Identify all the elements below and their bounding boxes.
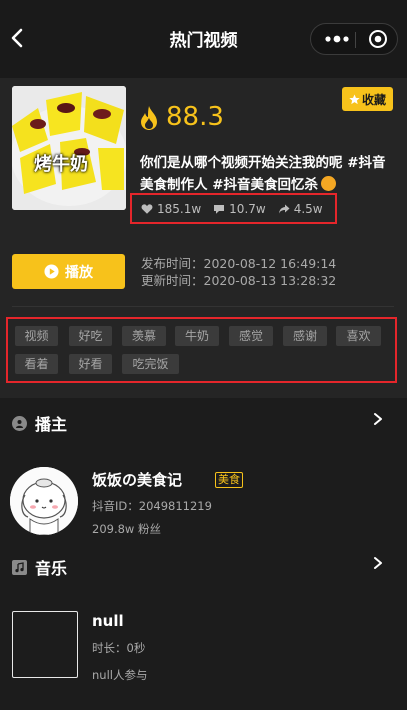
share-icon [278, 204, 290, 213]
tag-item[interactable]: 看着 [15, 354, 58, 374]
anchor-and-music-section: 播主 饭饭の美食记 美食 抖音ID：2049811219 209.8w 粉丝 音… [0, 398, 407, 710]
record-target-icon[interactable] [367, 28, 389, 50]
category-badge: 美食 [215, 472, 243, 488]
anchor-section-title: 播主 [35, 415, 68, 434]
play-label: 播放 [65, 264, 93, 281]
music-cover[interactable] [12, 611, 78, 678]
comments-count: 10.7w [229, 201, 266, 216]
publish-time: 发布时间：2020-08-12 16:49:14 [141, 256, 337, 271]
comments-stat: 10.7w [213, 202, 266, 216]
chevron-right-icon[interactable] [373, 556, 383, 570]
music-section-header[interactable]: 音乐 [12, 555, 67, 579]
avatar[interactable] [10, 467, 78, 535]
play-button[interactable]: 播放 [12, 254, 125, 289]
section-divider [12, 306, 394, 307]
tag-item[interactable]: 好看 [69, 354, 112, 374]
capsule-divider [355, 32, 356, 48]
tag-item[interactable]: 好吃 [69, 326, 112, 346]
tag-item[interactable]: 吃完饭 [122, 354, 179, 374]
anchor-id: 抖音ID：2049811219 [92, 499, 212, 513]
emoji-icon [321, 176, 337, 191]
flame-icon [141, 106, 157, 130]
heart-icon [141, 203, 153, 214]
music-section-title: 音乐 [35, 559, 68, 578]
anchor-section-header[interactable]: 播主 [12, 411, 67, 435]
video-thumbnail[interactable]: 烤牛奶 [12, 86, 126, 210]
play-icon [44, 264, 59, 279]
tag-item[interactable]: 感觉 [229, 326, 273, 346]
comment-icon [214, 204, 225, 214]
video-info-section: 烤牛奶 收藏 88.3 你们是从哪个视频开始关注我的呢 #抖音美食制作人 #抖音… [0, 78, 407, 398]
shares-count: 4.5w [293, 201, 323, 216]
music-participants: null人参与 [92, 668, 148, 682]
favorite-label: 收藏 [361, 92, 386, 107]
video-stats: 185.1w 10.7w 4.5w [130, 193, 337, 224]
tag-item[interactable]: 视频 [15, 326, 58, 346]
tag-item[interactable]: 羡慕 [122, 326, 166, 346]
anchor-fans: 209.8w 粉丝 [92, 522, 161, 536]
tag-list: 视频 好吃 羡慕 牛奶 感觉 感谢 喜欢 看着 好看 吃完饭 [6, 317, 397, 383]
heat-score: 88.3 [166, 102, 224, 132]
shares-stat: 4.5w [278, 202, 323, 216]
thumbnail-image [12, 86, 126, 210]
tag-item[interactable]: 牛奶 [175, 326, 219, 346]
favorite-button[interactable]: 收藏 [342, 87, 393, 111]
time-info: 发布时间：2020-08-12 16:49:14 更新时间：2020-08-13… [141, 255, 336, 289]
description-text: 你们是从哪个视频开始关注我的呢 #抖音美食制作人 #抖音美食回忆杀 [140, 155, 386, 193]
avatar-image [10, 467, 78, 535]
anchor-name: 饭饭の美食记 [92, 471, 183, 489]
music-duration: 时长：0秒 [92, 641, 146, 655]
top-navigation-bar: 热门视频 [0, 0, 407, 78]
star-icon [349, 93, 360, 104]
likes-stat: 185.1w [141, 202, 201, 216]
anchor-icon [12, 415, 27, 431]
chevron-right-icon[interactable] [373, 412, 383, 426]
video-description: 你们是从哪个视频开始关注我的呢 #抖音美食制作人 #抖音美食回忆杀 [140, 152, 396, 196]
more-dots-icon[interactable] [321, 24, 353, 54]
music-note-icon [12, 559, 27, 575]
thumbnail-caption: 烤牛奶 [34, 154, 88, 175]
tag-item[interactable]: 喜欢 [336, 326, 381, 346]
update-time: 更新时间：2020-08-13 13:28:32 [141, 273, 337, 288]
tag-item[interactable]: 感谢 [283, 326, 327, 346]
mini-program-capsule [310, 23, 398, 55]
music-title: null [92, 612, 124, 630]
likes-count: 185.1w [157, 201, 202, 216]
